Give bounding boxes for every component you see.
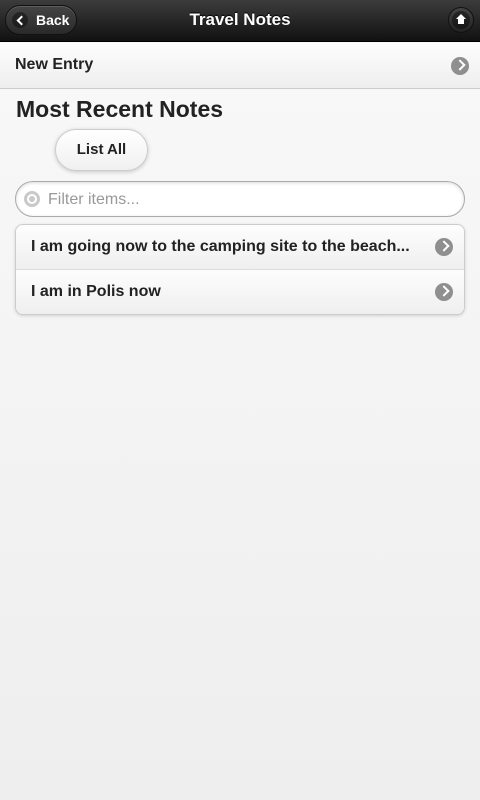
note-label: I am in Polis now	[31, 283, 161, 300]
filter-input[interactable]	[46, 186, 450, 214]
header-bar: Back Travel Notes	[0, 0, 480, 42]
page-title: Travel Notes	[189, 10, 291, 29]
new-entry-label: New Entry	[15, 56, 94, 73]
list-item[interactable]: I am in Polis now	[16, 270, 464, 314]
chevron-right-icon	[435, 238, 453, 256]
search-icon	[24, 191, 40, 207]
chevron-right-icon	[451, 57, 469, 75]
home-icon	[452, 11, 470, 29]
list-all-button[interactable]: List All	[55, 129, 148, 171]
new-entry-link[interactable]: New Entry	[0, 43, 480, 89]
note-label: I am going now to the camping site to th…	[31, 238, 410, 255]
home-button[interactable]	[448, 7, 474, 33]
chevron-right-icon	[435, 283, 453, 301]
notes-list: I am going now to the camping site to th…	[15, 224, 465, 315]
filter-bar	[15, 181, 465, 217]
list-item[interactable]: I am going now to the camping site to th…	[16, 225, 464, 270]
section-title: Most Recent Notes	[16, 96, 224, 122]
